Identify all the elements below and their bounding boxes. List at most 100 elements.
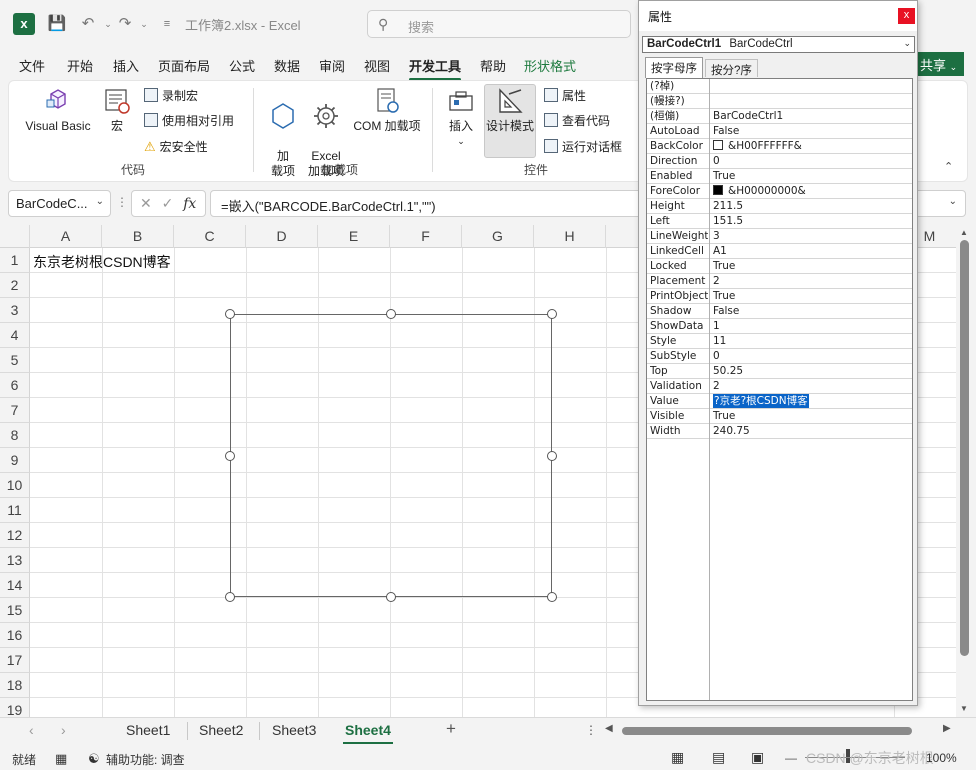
cancel-icon[interactable]: ✕ xyxy=(140,195,152,211)
zoom-out-icon[interactable]: — xyxy=(785,751,797,765)
sheet-tab[interactable]: Sheet1 xyxy=(126,722,170,738)
row-header[interactable]: 16 xyxy=(0,623,30,648)
vertical-scroll-thumb[interactable] xyxy=(960,240,969,656)
menu-developer[interactable]: 开发工具 xyxy=(409,56,462,81)
relative-reference-button[interactable]: 使用相对引用 xyxy=(144,112,234,129)
chevron-right-icon[interactable]: › xyxy=(61,722,66,738)
property-row[interactable]: (幔接?) xyxy=(647,94,912,109)
property-value[interactable]: &H00000000& xyxy=(713,184,806,198)
more-options-icon[interactable]: ⋮ xyxy=(585,723,597,737)
row-header[interactable]: 11 xyxy=(0,498,30,523)
properties-title-bar[interactable]: 属性 x xyxy=(639,1,917,31)
property-value[interactable]: 0 xyxy=(713,154,720,168)
property-value[interactable]: BarCodeCtrl1 xyxy=(713,109,783,123)
row-header[interactable]: 3 xyxy=(0,298,30,323)
property-row[interactable]: (桓傰) BarCodeCtrl1 xyxy=(647,109,912,124)
property-row[interactable]: Visible True xyxy=(647,409,912,424)
property-row[interactable]: Left 151.5 xyxy=(647,214,912,229)
sheet-tab[interactable]: Sheet2 xyxy=(199,722,243,738)
record-macro-button[interactable]: 录制宏 xyxy=(144,87,198,104)
scroll-right-icon[interactable]: ▶ xyxy=(943,723,951,734)
property-row[interactable]: AutoLoad False xyxy=(647,124,912,139)
cell-a1[interactable]: 东京老树根CSDN博客 xyxy=(33,252,171,272)
property-value[interactable]: 3 xyxy=(713,229,720,243)
property-row[interactable]: SubStyle 0 xyxy=(647,349,912,364)
properties-button[interactable]: 属性 xyxy=(544,87,586,104)
page-break-view-icon[interactable]: ▣ xyxy=(751,749,764,766)
barcode-control[interactable] xyxy=(230,314,552,597)
horizontal-scroll-thumb[interactable] xyxy=(622,727,912,735)
row-header[interactable]: 14 xyxy=(0,573,30,598)
scroll-down-icon[interactable]: ▼ xyxy=(960,704,968,713)
property-row[interactable]: (?棹) xyxy=(647,79,912,94)
row-header[interactable]: 7 xyxy=(0,398,30,423)
property-row[interactable]: Width 240.75 xyxy=(647,424,912,439)
resize-handle[interactable] xyxy=(225,592,235,602)
property-value[interactable]: 1 xyxy=(713,319,720,333)
undo-icon[interactable]: ↶ xyxy=(78,14,98,34)
property-value[interactable]: 211.5 xyxy=(713,199,743,213)
row-header[interactable]: 5 xyxy=(0,348,30,373)
zoom-level[interactable]: 100% xyxy=(926,751,957,765)
property-value[interactable]: False xyxy=(713,304,739,318)
property-row[interactable]: LinkedCell A1 xyxy=(647,244,912,259)
property-row[interactable]: Direction 0 xyxy=(647,154,912,169)
row-header[interactable]: 8 xyxy=(0,423,30,448)
property-value[interactable]: A1 xyxy=(713,244,727,258)
resize-handle[interactable] xyxy=(386,592,396,602)
property-value[interactable]: &H00FFFFFF& xyxy=(713,139,802,153)
property-value[interactable]: 11 xyxy=(713,334,726,348)
more-options-icon[interactable]: ⋮ xyxy=(116,195,128,209)
menu-insert[interactable]: 插入 xyxy=(113,56,139,75)
row-header[interactable]: 4 xyxy=(0,323,30,348)
column-header[interactable]: E xyxy=(318,225,390,248)
sheet-tab-active[interactable]: Sheet4 xyxy=(343,722,393,744)
column-header[interactable]: F xyxy=(390,225,462,248)
property-row[interactable]: ShowData 1 xyxy=(647,319,912,334)
search-input[interactable]: ⚲ 搜索 xyxy=(367,10,631,38)
design-mode-content[interactable]: 设计模式 xyxy=(484,86,536,134)
menu-formulas[interactable]: 公式 xyxy=(229,56,255,75)
property-row[interactable]: Value ?京老?根CSDN博客 xyxy=(647,394,912,409)
property-value[interactable]: ?京老?根CSDN博客 xyxy=(713,394,809,408)
page-layout-view-icon[interactable]: ▤ xyxy=(712,749,725,766)
menu-page-layout[interactable]: 页面布局 xyxy=(158,56,210,75)
property-value[interactable]: True xyxy=(713,169,735,183)
row-header[interactable]: 6 xyxy=(0,373,30,398)
accessibility-status[interactable]: 辅助功能: 调查 xyxy=(106,751,185,768)
row-header[interactable]: 2 xyxy=(0,273,30,298)
tab-categorized[interactable]: 按分?序 xyxy=(705,59,758,77)
property-value[interactable]: 151.5 xyxy=(713,214,743,228)
row-header[interactable]: 1 xyxy=(0,248,30,273)
row-header[interactable]: 15 xyxy=(0,598,30,623)
macro-recording-icon[interactable]: ▦ xyxy=(55,751,67,767)
resize-handle[interactable] xyxy=(547,309,557,319)
view-code-button[interactable]: 查看代码 xyxy=(544,112,610,129)
macro-security-button[interactable]: ⚠ 宏安全性 xyxy=(144,138,208,155)
name-box[interactable]: BarCodeC... ⌄ xyxy=(8,190,111,217)
property-row[interactable]: BackColor &H00FFFFFF& xyxy=(647,139,912,154)
close-button[interactable]: x xyxy=(898,8,915,24)
object-selector[interactable]: BarCodeCtrl1 BarCodeCtrl ⌄ xyxy=(642,36,915,53)
row-header[interactable]: 12 xyxy=(0,523,30,548)
property-value[interactable]: 2 xyxy=(713,274,720,288)
column-header[interactable]: C xyxy=(174,225,246,248)
function-icon[interactable]: fx xyxy=(183,196,196,212)
property-row[interactable]: Locked True xyxy=(647,259,912,274)
normal-view-icon[interactable]: ▦ xyxy=(671,749,684,766)
menu-file[interactable]: 文件 xyxy=(19,56,45,75)
run-dialog-button[interactable]: 运行对话框 xyxy=(544,138,622,155)
menu-help[interactable]: 帮助 xyxy=(480,56,506,75)
column-header[interactable]: B xyxy=(102,225,174,248)
property-row[interactable]: Enabled True xyxy=(647,169,912,184)
chevron-down-icon[interactable]: ⌄ xyxy=(949,196,957,207)
property-value[interactable]: False xyxy=(713,124,739,138)
row-header[interactable]: 19 xyxy=(0,698,30,717)
sheet-tab[interactable]: Sheet3 xyxy=(272,722,316,738)
property-value[interactable]: 50.25 xyxy=(713,364,743,378)
chevron-left-icon[interactable]: ‹ xyxy=(29,722,34,738)
confirm-icon[interactable]: ✓ xyxy=(162,195,174,211)
row-header[interactable]: 10 xyxy=(0,473,30,498)
property-value[interactable]: True xyxy=(713,289,735,303)
redo-dropdown-icon[interactable]: ⌄ xyxy=(134,14,154,34)
